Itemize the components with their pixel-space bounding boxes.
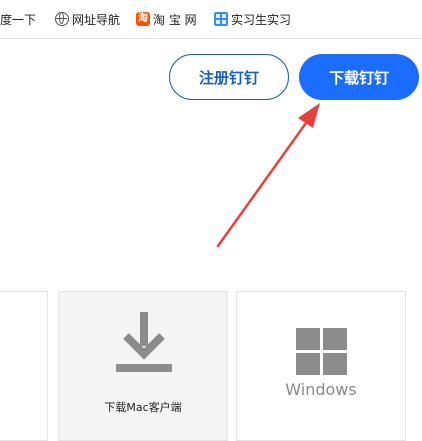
bookmark-label: 淘 宝 网 (153, 12, 197, 27)
bookmark-label: 实习生实习 (231, 12, 292, 27)
bookmark-baidu[interactable]: 度一下 (0, 0, 36, 38)
bookmarks-bar: 度一下 网址导航 淘 淘 宝 网 实习生实习 (0, 0, 422, 39)
download-button-label: 下载钉钉 (328, 68, 389, 87)
bookmark-site-nav[interactable]: 网址导航 (55, 0, 120, 38)
windows-logo-icon (296, 328, 347, 375)
register-dingtalk-button[interactable]: 注册钉钉 (169, 54, 289, 100)
globe-icon (55, 12, 69, 26)
bookmark-shixi[interactable]: 实习生实习 (214, 0, 291, 38)
taobao-icon: 淘 (136, 12, 150, 26)
bookmark-label: 度一下 (0, 12, 37, 27)
register-button-label: 注册钉钉 (198, 68, 259, 87)
shixi-icon (214, 12, 228, 26)
bookmark-label: 网址导航 (72, 12, 121, 27)
bookmark-taobao[interactable]: 淘 淘 宝 网 (136, 0, 197, 38)
download-arrow-icon (116, 312, 172, 372)
download-card-partial[interactable] (0, 291, 48, 441)
windows-label: Windows (285, 380, 357, 399)
download-dingtalk-button[interactable]: 下载钉钉 (299, 54, 419, 100)
mac-client-label: 下载Mac客户端 (104, 401, 182, 414)
download-windows-card[interactable]: Windows (236, 291, 406, 441)
download-mac-card[interactable]: 下载Mac客户端 (58, 291, 228, 441)
